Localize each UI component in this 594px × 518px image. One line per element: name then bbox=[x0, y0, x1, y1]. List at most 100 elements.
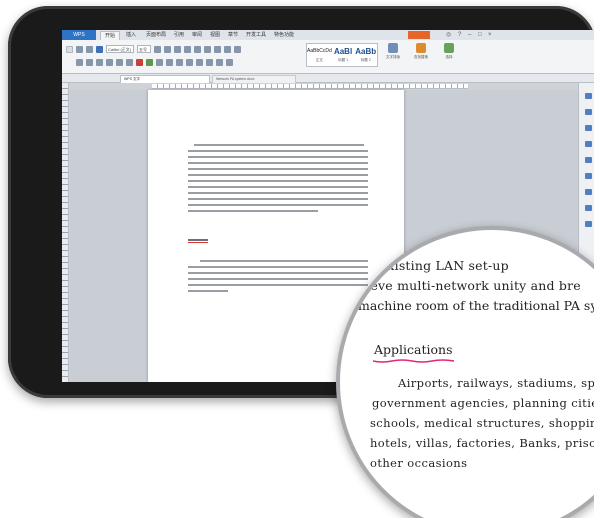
tab-home[interactable]: 开始 bbox=[100, 31, 121, 40]
cut-icon[interactable] bbox=[76, 45, 83, 53]
vertical-ruler bbox=[62, 83, 69, 382]
text-line bbox=[188, 198, 368, 200]
superscript-icon[interactable] bbox=[116, 58, 123, 66]
skin-icon[interactable]: ◎ bbox=[446, 32, 451, 38]
borders-icon[interactable] bbox=[226, 58, 233, 66]
subscript-icon[interactable] bbox=[126, 58, 133, 66]
text-line bbox=[188, 150, 368, 152]
help-icon bbox=[585, 205, 592, 211]
italic-icon[interactable] bbox=[86, 58, 93, 66]
style-heading-1[interactable]: AaBl 标题 1 bbox=[332, 44, 355, 66]
minimize-icon[interactable]: – bbox=[468, 32, 471, 38]
text-line bbox=[188, 168, 368, 170]
strikethrough-icon[interactable] bbox=[106, 58, 113, 66]
tab-developer[interactable]: 开发工具 bbox=[246, 31, 266, 40]
large-tools-group: 文字排版 查找替换 选择 bbox=[384, 43, 458, 60]
show-marks-icon[interactable] bbox=[234, 45, 241, 53]
select-button[interactable]: 选择 bbox=[440, 43, 458, 60]
text-line bbox=[188, 204, 368, 206]
font-size-select[interactable]: 五号 bbox=[137, 45, 151, 53]
tab-review[interactable]: 审阅 bbox=[192, 31, 202, 40]
char-border-icon[interactable] bbox=[156, 58, 163, 66]
justify-icon[interactable] bbox=[196, 58, 203, 66]
magnified-line-3: machine room of the traditional PA syste bbox=[358, 298, 594, 313]
text-line bbox=[188, 162, 368, 164]
tab-sections[interactable]: 章节 bbox=[228, 31, 238, 40]
help-icon[interactable]: ? bbox=[458, 32, 461, 38]
magnified-line-1: e existing LAN set-up bbox=[368, 258, 509, 273]
task-pane-item[interactable] bbox=[583, 173, 594, 179]
text-layout-button[interactable]: 文字排版 bbox=[384, 43, 402, 60]
font-color-icon[interactable] bbox=[136, 58, 143, 66]
text-line bbox=[188, 290, 228, 292]
maximize-icon[interactable]: □ bbox=[478, 32, 482, 38]
text-line bbox=[188, 180, 368, 182]
styles-gallery: AaBbCcDd 正文 AaBl 标题 1 AaBb 标题 2 bbox=[306, 43, 378, 67]
sort-icon[interactable] bbox=[224, 45, 231, 53]
applications-heading: Applications bbox=[374, 342, 453, 357]
login-button[interactable] bbox=[408, 31, 430, 39]
style-heading-2[interactable]: AaBb 标题 2 bbox=[354, 44, 377, 66]
document-tab-active[interactable]: Network PA system.docx bbox=[212, 75, 296, 83]
grow-font-icon[interactable] bbox=[154, 45, 161, 53]
paste-icon[interactable] bbox=[66, 45, 73, 53]
format-painter-icon[interactable] bbox=[96, 45, 103, 53]
style-caption: 标题 2 bbox=[360, 58, 371, 62]
find-replace-label: 查找替换 bbox=[414, 55, 428, 59]
shape-icon bbox=[585, 141, 592, 147]
clear-format-icon[interactable] bbox=[174, 45, 181, 53]
tab-special[interactable]: 特色功能 bbox=[274, 31, 294, 40]
outdent-icon[interactable] bbox=[204, 45, 211, 53]
style-sample: AaBbCcDd bbox=[307, 48, 332, 54]
tab-insert[interactable]: 插入 bbox=[126, 31, 136, 40]
task-pane-item[interactable] bbox=[583, 93, 594, 99]
copy-icon[interactable] bbox=[86, 45, 93, 53]
find-replace-button[interactable]: 查找替换 bbox=[412, 43, 430, 60]
text-line bbox=[188, 192, 368, 194]
bold-icon[interactable] bbox=[76, 58, 83, 66]
tab-references[interactable]: 引用 bbox=[174, 31, 184, 40]
text-line bbox=[188, 186, 368, 188]
menu-tab-row: WPS 开始 插入 页面布局 引用 审阅 视图 章节 开发工具 特色功能 ◎ ?… bbox=[62, 30, 594, 40]
style-sample: AaBl bbox=[333, 47, 353, 56]
tab-page-layout[interactable]: 页面布局 bbox=[146, 31, 166, 40]
task-pane-item[interactable] bbox=[583, 109, 594, 115]
close-icon[interactable]: × bbox=[488, 32, 492, 38]
horizontal-ruler bbox=[152, 84, 468, 89]
align-right-icon[interactable] bbox=[186, 58, 193, 66]
task-pane-item[interactable] bbox=[583, 125, 594, 131]
document-tab-wps[interactable]: WPS 文字 bbox=[120, 75, 210, 83]
text-line bbox=[188, 174, 368, 176]
style-normal[interactable]: AaBbCcDd 正文 bbox=[307, 44, 332, 66]
bullets-icon[interactable] bbox=[184, 45, 191, 53]
align-left-icon[interactable] bbox=[166, 58, 173, 66]
text-layout-icon bbox=[388, 43, 398, 53]
tab-view[interactable]: 视图 bbox=[210, 31, 220, 40]
text-line bbox=[188, 156, 368, 158]
task-pane-item[interactable] bbox=[583, 157, 594, 163]
shrink-font-icon[interactable] bbox=[164, 45, 171, 53]
task-pane-item[interactable] bbox=[583, 205, 594, 211]
line-spacing-icon[interactable] bbox=[206, 58, 213, 66]
document-tab-bar: WPS 文字 Network PA system.docx bbox=[62, 74, 594, 83]
magnified-line-2: hieve multi-network unity and bre bbox=[358, 278, 581, 293]
magnified-para-line-1: Airports, railways, stadiums, sports ven… bbox=[398, 376, 594, 390]
font-name-select[interactable]: Calibri (正文) bbox=[106, 45, 134, 53]
select-icon bbox=[585, 125, 592, 131]
magnifier-lens: e existing LAN set-up hieve multi-networ… bbox=[336, 226, 594, 518]
align-center-icon[interactable] bbox=[176, 58, 183, 66]
task-pane-item[interactable] bbox=[583, 221, 594, 227]
task-pane-item[interactable] bbox=[583, 189, 594, 195]
task-pane-item[interactable] bbox=[583, 141, 594, 147]
highlight-icon[interactable] bbox=[146, 58, 153, 66]
numbering-icon[interactable] bbox=[194, 45, 201, 53]
applications-heading-mini bbox=[188, 239, 208, 241]
tools-icon bbox=[585, 189, 592, 195]
magnified-content: e existing LAN set-up hieve multi-networ… bbox=[340, 230, 594, 518]
underline-icon[interactable] bbox=[96, 58, 103, 66]
shading-icon[interactable] bbox=[216, 58, 223, 66]
text-line bbox=[188, 210, 318, 212]
indent-icon[interactable] bbox=[214, 45, 221, 53]
toolbar-row-1: Calibri (正文) 五号 bbox=[66, 44, 241, 54]
app-menu-button[interactable]: WPS bbox=[62, 30, 96, 40]
